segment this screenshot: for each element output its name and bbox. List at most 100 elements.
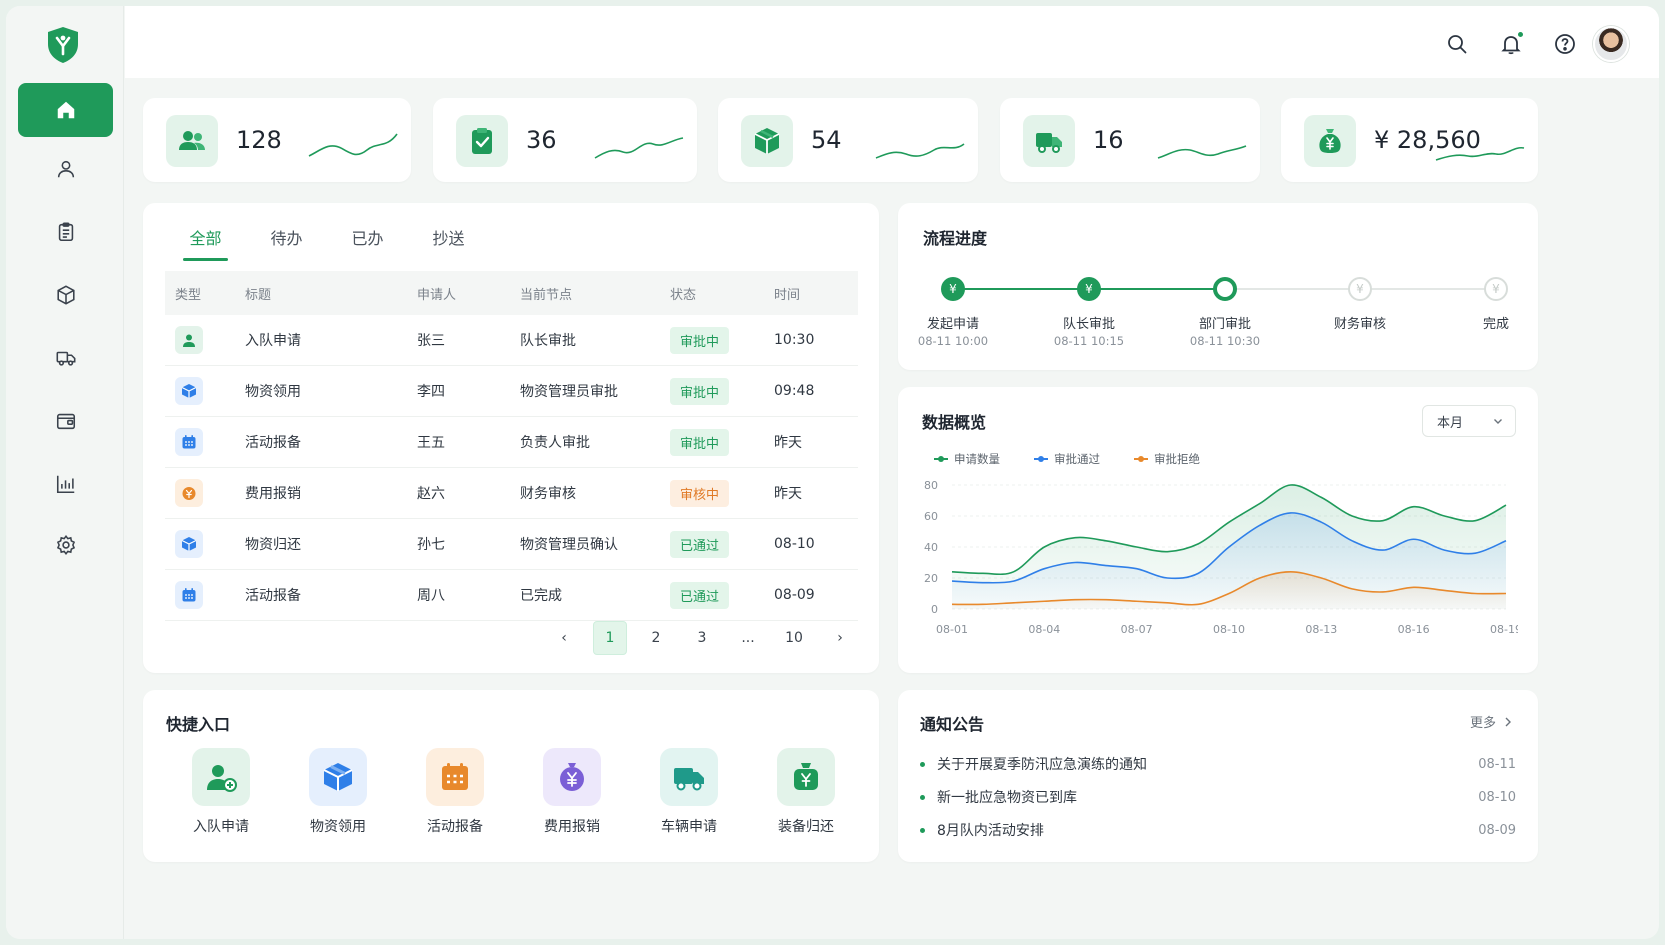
nav-members[interactable]: [18, 142, 113, 196]
table-row[interactable]: 入队申请 张三 队长审批 审批中 10:30: [165, 315, 858, 366]
cell-applicant: 赵六: [417, 486, 445, 502]
nav-statistics[interactable]: [18, 457, 113, 511]
bullet-dot: [920, 794, 925, 800]
help-button[interactable]: [1553, 32, 1577, 56]
box-icon: [741, 115, 793, 167]
cell-time: 08-10: [774, 536, 815, 552]
quick-entry[interactable]: 物资领用: [283, 748, 393, 836]
table-row[interactable]: 活动报备 王五 负责人审批 审批中 昨天: [165, 417, 858, 468]
period-select[interactable]: 本月: [1422, 405, 1516, 437]
step-time: 08-11 10:15: [1053, 334, 1125, 348]
sparkline: [594, 137, 684, 159]
help-icon: [1555, 34, 1575, 54]
app-frame: 128 36 54 16 ¥ 28,560 全部 待办 已办 抄送 类型 标题 …: [6, 6, 1659, 939]
notice-card: 通知公告 更多 关于开展夏季防汛应急演练的通知 08-11 新一批应急物资已到库…: [898, 690, 1538, 862]
page-2-button[interactable]: 2: [639, 621, 673, 655]
quick-entry-label: 装备归还: [778, 819, 834, 835]
cell-node: 物资管理员确认: [520, 537, 618, 553]
top-bar: [125, 6, 1659, 78]
shield-logo-icon: [48, 27, 78, 63]
step-marker: ¥: [1077, 277, 1101, 301]
table-row[interactable]: 活动报备 周八 已完成 已通过 08-09: [165, 570, 858, 621]
quick-entry[interactable]: 车辆申请: [634, 748, 744, 836]
table-row[interactable]: 物资领用 李四 物资管理员审批 审批中 09:48: [165, 366, 858, 417]
page-3-button[interactable]: 3: [685, 621, 719, 655]
money-icon: [182, 487, 196, 500]
status-badge: 审核中: [670, 479, 730, 507]
nav-materials[interactable]: [18, 268, 113, 322]
box-icon: [323, 763, 353, 791]
page-1-button[interactable]: 1: [593, 621, 627, 655]
x-tick-label: 08-19: [1490, 623, 1518, 636]
stat-card-vehicles[interactable]: 16: [1000, 98, 1260, 182]
quick-entry[interactable]: 活动报备: [400, 748, 510, 836]
stat-card-approvals[interactable]: 36: [433, 98, 697, 182]
next-page-button[interactable]: ›: [823, 621, 857, 655]
page-ellipsis: ...: [741, 630, 755, 646]
box-icon: [181, 537, 197, 551]
search-button[interactable]: [1445, 32, 1469, 56]
col-status: 状态: [670, 287, 697, 303]
legend-label: 审批通过: [1054, 452, 1100, 466]
notice-item[interactable]: 8月队内活动安排 08-09: [920, 819, 1516, 841]
cell-status: 审批中: [670, 326, 774, 354]
tab-all[interactable]: 全部: [165, 225, 246, 261]
cell-type: [165, 428, 245, 456]
notice-text: 8月队内活动安排: [937, 823, 1044, 839]
quick-entry-label: 物资领用: [310, 819, 366, 835]
stat-card-materials[interactable]: 54: [718, 98, 978, 182]
table-row[interactable]: 物资归还 孙七 物资管理员确认 已通过 08-10: [165, 519, 858, 570]
task-tabs: 全部 待办 已办 抄送: [165, 225, 489, 261]
nav-settings[interactable]: [18, 518, 113, 572]
bullet-dot: [920, 827, 925, 833]
nav-finance[interactable]: [18, 394, 113, 448]
notice-item[interactable]: 关于开展夏季防汛应急演练的通知 08-11: [920, 753, 1516, 775]
cell-applicant: 张三: [417, 333, 445, 349]
cell-status: 已通过: [670, 530, 774, 558]
step-marker: ¥: [1484, 277, 1508, 301]
tab-done[interactable]: 已办: [327, 225, 408, 261]
box-icon: [56, 285, 75, 305]
quick-entry-icon: [660, 748, 718, 806]
nav-vehicles[interactable]: [18, 331, 113, 385]
quick-entry-icon: [543, 748, 601, 806]
legend-marker: [1034, 456, 1048, 462]
cell-time: 昨天: [774, 486, 802, 502]
notice-text: 关于开展夏季防汛应急演练的通知: [937, 757, 1147, 773]
more-link[interactable]: 更多: [1470, 712, 1514, 731]
legend-label: 申请数量: [954, 452, 1000, 466]
user-avatar[interactable]: [1593, 26, 1629, 62]
cell-applicant: 王五: [417, 435, 445, 451]
task-list-card: 全部 待办 已办 抄送 类型 标题 申请人 当前节点 状态 时间 入队申请 张三…: [143, 203, 879, 673]
users-icon: [166, 115, 218, 167]
cell-type: [165, 479, 245, 507]
notification-dot: [1517, 31, 1524, 38]
stat-card-members[interactable]: 128: [143, 98, 411, 182]
quick-entry[interactable]: 费用报销: [517, 748, 627, 836]
quick-entry[interactable]: 装备归还: [751, 748, 861, 836]
cell-title: 物资归还: [245, 537, 301, 553]
col-applicant: 申请人: [417, 287, 457, 303]
nav-home[interactable]: [18, 83, 113, 137]
stat-card-expenses[interactable]: ¥ 28,560: [1281, 98, 1538, 182]
chart-legend: 申请数量 审批通过 审批拒绝: [934, 451, 1234, 467]
bullet-dot: [920, 761, 925, 767]
home-icon: [57, 101, 74, 119]
tab-cc[interactable]: 抄送: [408, 225, 489, 261]
stat-value: 36: [526, 126, 557, 154]
tab-todo[interactable]: 待办: [246, 225, 327, 261]
notification-button[interactable]: [1499, 31, 1524, 56]
notice-item[interactable]: 新一批应急物资已到库 08-10: [920, 786, 1516, 808]
table-row[interactable]: 费用报销 赵六 财务审核 审核中 昨天: [165, 468, 858, 519]
quick-title: 快捷入口: [166, 715, 231, 734]
user-icon: [57, 160, 74, 178]
prev-page-button[interactable]: ‹: [547, 621, 581, 655]
page-10-button[interactable]: 10: [777, 621, 811, 655]
quick-entry[interactable]: 入队申请: [166, 748, 276, 836]
gear-icon: [56, 535, 75, 555]
notice-date: 08-10: [1478, 789, 1516, 805]
cell-time: 昨天: [774, 435, 802, 451]
nav-approvals[interactable]: [18, 205, 113, 259]
period-value: 本月: [1437, 415, 1464, 431]
cell-applicant: 孙七: [417, 537, 445, 553]
